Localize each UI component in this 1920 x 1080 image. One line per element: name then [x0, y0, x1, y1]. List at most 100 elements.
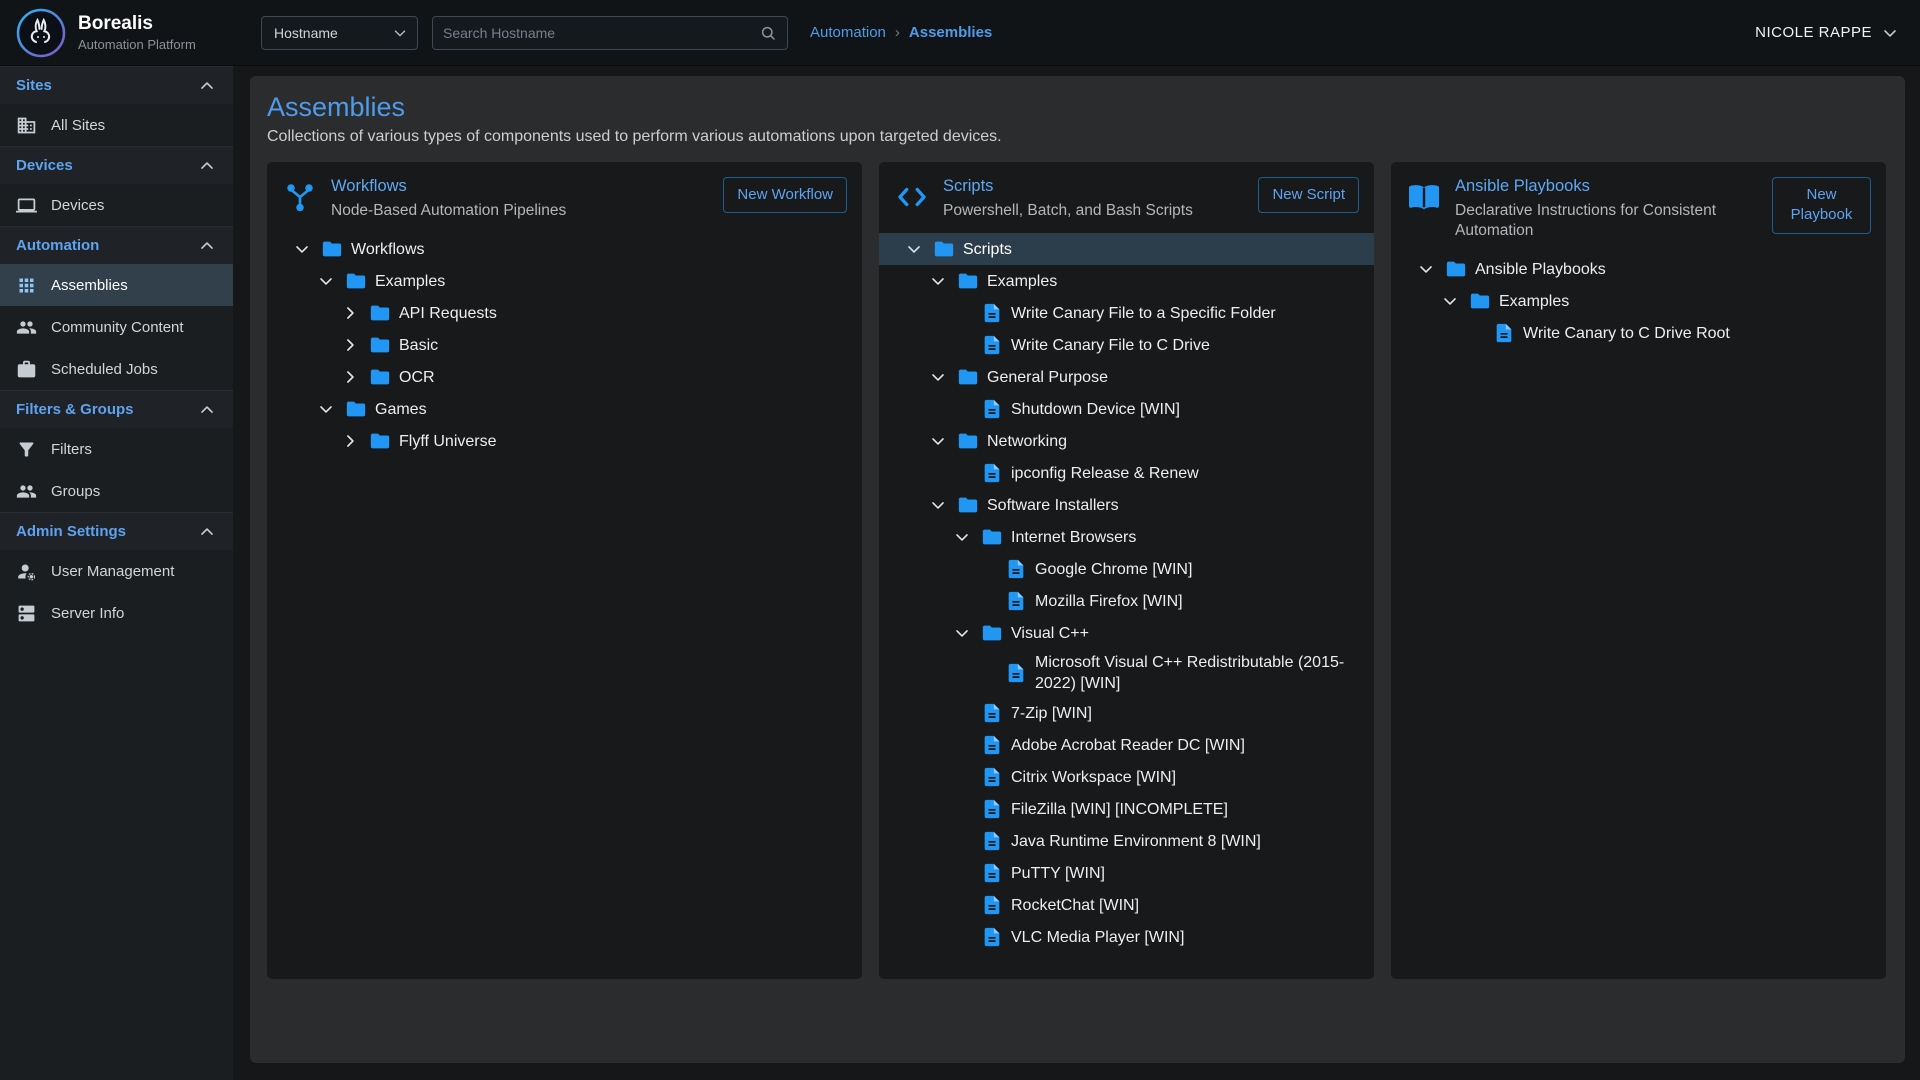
breadcrumb-assemblies[interactable]: Assemblies: [909, 24, 992, 41]
tree-item-ocr[interactable]: OCR: [267, 361, 862, 393]
tree-item-write-canary-to-c-drive-root[interactable]: Write Canary to C Drive Root: [1391, 317, 1886, 349]
tree-item-ansible-playbooks[interactable]: Ansible Playbooks: [1391, 253, 1886, 285]
new-playbook-button[interactable]: New Playbook: [1772, 177, 1871, 234]
sidebar-item-user-management[interactable]: User Management: [0, 550, 233, 592]
tree-item-citrix-workspace-win[interactable]: Citrix Workspace [WIN]: [879, 761, 1374, 793]
sidebar-section-label: Devices: [16, 157, 73, 174]
sidebar-item-all-sites[interactable]: All Sites: [0, 104, 233, 146]
tree-item-api-requests[interactable]: API Requests: [267, 297, 862, 329]
tree-item-filezilla-win-incomplete[interactable]: FileZilla [WIN] [INCOMPLETE]: [879, 793, 1374, 825]
folder-icon: [957, 494, 979, 516]
tree-item-java-runtime-environment-8-win[interactable]: Java Runtime Environment 8 [WIN]: [879, 825, 1374, 857]
hostname-select[interactable]: Hostname: [261, 16, 418, 50]
chevron-down-icon[interactable]: [1415, 258, 1437, 280]
sidebar-item-community-content[interactable]: Community Content: [0, 306, 233, 348]
tree-item-rocketchat-win[interactable]: RocketChat [WIN]: [879, 889, 1374, 921]
tree-item-networking[interactable]: Networking: [879, 425, 1374, 457]
panel-title: Scripts: [943, 177, 1245, 196]
breadcrumb-automation[interactable]: Automation: [810, 24, 886, 41]
tree-item-scripts[interactable]: Scripts: [879, 233, 1374, 265]
sidebar-item-label: User Management: [51, 563, 174, 580]
tree-item-shutdown-device-win[interactable]: Shutdown Device [WIN]: [879, 393, 1374, 425]
sidebar-item-label: Server Info: [51, 605, 124, 622]
search-icon[interactable]: [759, 24, 777, 42]
sidebar-section-admin-settings[interactable]: Admin Settings: [0, 512, 233, 550]
tree-item-examples[interactable]: Examples: [267, 265, 862, 297]
new-script-button[interactable]: New Script: [1258, 177, 1359, 213]
sidebar-section-filters-groups[interactable]: Filters & Groups: [0, 390, 233, 428]
tree-item-label: FileZilla [WIN] [INCOMPLETE]: [1011, 796, 1228, 823]
tree-item-basic[interactable]: Basic: [267, 329, 862, 361]
file-icon: [1493, 322, 1515, 344]
tree-item-games[interactable]: Games: [267, 393, 862, 425]
chevron-down-icon[interactable]: [315, 270, 337, 292]
chevron-right-icon[interactable]: [339, 334, 361, 356]
chevron-right-icon[interactable]: [339, 302, 361, 324]
file-icon: [981, 462, 1003, 484]
chevron-down-icon[interactable]: [903, 238, 925, 260]
chevron-spacer: [975, 590, 997, 612]
sidebar-item-filters[interactable]: Filters: [0, 428, 233, 470]
folder-icon: [345, 398, 367, 420]
tree-item-putty-win[interactable]: PuTTY [WIN]: [879, 857, 1374, 889]
tree-item-vlc-media-player-win[interactable]: VLC Media Player [WIN]: [879, 921, 1374, 953]
chevron-right-icon[interactable]: [339, 430, 361, 452]
chevron-down-icon[interactable]: [951, 526, 973, 548]
tree-item-write-canary-file-to-c-drive[interactable]: Write Canary File to C Drive: [879, 329, 1374, 361]
breadcrumb-separator: ›: [895, 24, 900, 41]
sidebar-item-server-info[interactable]: Server Info: [0, 592, 233, 634]
chevron-down-icon[interactable]: [1439, 290, 1461, 312]
tree-item-examples[interactable]: Examples: [1391, 285, 1886, 317]
chevron-down-icon[interactable]: [951, 622, 973, 644]
tree-item-label: Adobe Acrobat Reader DC [WIN]: [1011, 732, 1245, 759]
user-menu[interactable]: NICOLE RAPPE: [1755, 23, 1900, 43]
tree-item-software-installers[interactable]: Software Installers: [879, 489, 1374, 521]
sidebar-section-label: Admin Settings: [16, 523, 126, 540]
scripts-panel-titles: Scripts Powershell, Batch, and Bash Scri…: [943, 177, 1245, 221]
new-workflow-button[interactable]: New Workflow: [723, 177, 847, 213]
tree-item-label: Software Installers: [987, 492, 1119, 519]
chevron-spacer: [975, 558, 997, 580]
brand: Borealis Automation Platform: [0, 8, 233, 58]
workflow-icon: [282, 179, 318, 215]
chevron-right-icon[interactable]: [339, 366, 361, 388]
tree-item-examples[interactable]: Examples: [879, 265, 1374, 297]
tree-item-write-canary-file-to-a-specific-folder[interactable]: Write Canary File to a Specific Folder: [879, 297, 1374, 329]
chevron-down-icon[interactable]: [315, 398, 337, 420]
tree-item-general-purpose[interactable]: General Purpose: [879, 361, 1374, 393]
workflows-panel: Workflows Node-Based Automation Pipeline…: [267, 162, 862, 979]
file-icon: [981, 766, 1003, 788]
file-icon: [1005, 662, 1027, 684]
tree-item-internet-browsers[interactable]: Internet Browsers: [879, 521, 1374, 553]
sidebar-item-assemblies[interactable]: Assemblies: [0, 264, 233, 306]
tree-item-adobe-acrobat-reader-dc-win[interactable]: Adobe Acrobat Reader DC [WIN]: [879, 729, 1374, 761]
sidebar-item-scheduled-jobs[interactable]: Scheduled Jobs: [0, 348, 233, 390]
tree-item-visual-c[interactable]: Visual C++: [879, 617, 1374, 649]
sidebar-section-devices[interactable]: Devices: [0, 146, 233, 184]
tree-item-label: Basic: [399, 332, 438, 359]
tree-item-7-zip-win[interactable]: 7-Zip [WIN]: [879, 697, 1374, 729]
sidebar-section-sites[interactable]: Sites: [0, 66, 233, 104]
sidebar-item-groups[interactable]: Groups: [0, 470, 233, 512]
tree-item-workflows[interactable]: Workflows: [267, 233, 862, 265]
chevron-down-icon[interactable]: [927, 430, 949, 452]
folder-icon: [321, 238, 343, 260]
folder-icon: [369, 302, 391, 324]
sidebar-item-devices[interactable]: Devices: [0, 184, 233, 226]
chevron-spacer: [1463, 322, 1485, 344]
tree-item-mozilla-firefox-win[interactable]: Mozilla Firefox [WIN]: [879, 585, 1374, 617]
page-description: Collections of various types of componen…: [267, 128, 1888, 146]
chevron-down-icon[interactable]: [927, 494, 949, 516]
chevron-down-icon[interactable]: [291, 238, 313, 260]
search-input[interactable]: [443, 25, 759, 41]
brand-tagline: Automation Platform: [78, 37, 196, 52]
tree-item-google-chrome-win[interactable]: Google Chrome [WIN]: [879, 553, 1374, 585]
sidebar-section-automation[interactable]: Automation: [0, 226, 233, 264]
chevron-down-icon[interactable]: [927, 366, 949, 388]
ansible-tree: Ansible PlaybooksExamplesWrite Canary to…: [1391, 253, 1886, 349]
chevron-down-icon[interactable]: [927, 270, 949, 292]
chevron-down-icon: [391, 24, 409, 42]
tree-item-ipconfig-release-renew[interactable]: ipconfig Release & Renew: [879, 457, 1374, 489]
tree-item-microsoft-visual-c-redistributable-2015-2022-win[interactable]: Microsoft Visual C++ Redistributable (20…: [879, 649, 1374, 697]
tree-item-flyff-universe[interactable]: Flyff Universe: [267, 425, 862, 457]
